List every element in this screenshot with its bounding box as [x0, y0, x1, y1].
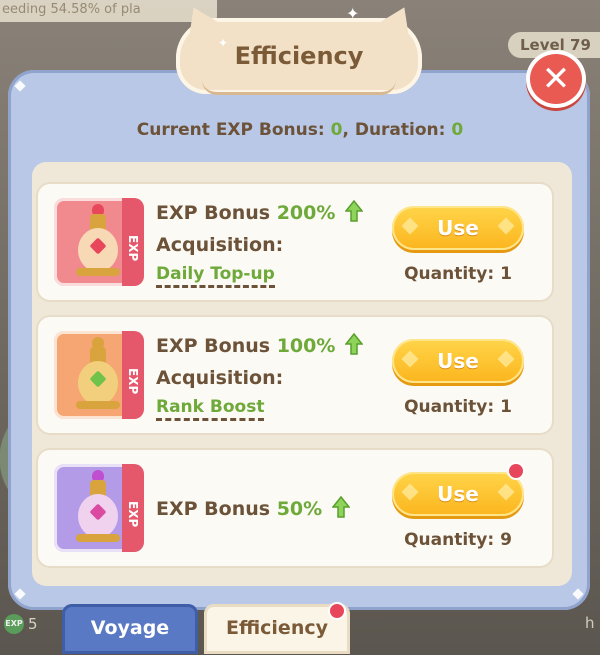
background-right-text: h [585, 614, 595, 632]
corner-ornament [572, 588, 584, 600]
potion-tile: EXP [54, 464, 144, 552]
arrow-up-icon [345, 333, 364, 355]
item-bonus-title: EXP Bonus 200% [156, 200, 364, 224]
item-quantity: Quantity: 1 [404, 264, 512, 284]
item-card-exp-200: EXP EXP Bonus 200% Acquisition: Daily To… [38, 184, 552, 300]
sparkle-icon: ✦ [218, 36, 229, 50]
potion-tile: EXP [54, 198, 144, 286]
exp-value: 5 [28, 615, 38, 633]
corner-ornament [14, 588, 26, 600]
dialog-title-plaque: Efficiency [176, 18, 422, 95]
use-button[interactable]: Use [392, 206, 524, 250]
bonus-percent: 100% [276, 335, 336, 357]
duration-value: 0 [451, 120, 464, 140]
close-button[interactable]: ✕ [530, 54, 582, 104]
notification-dot [330, 604, 344, 618]
sparkle-icon: ✦ [346, 4, 360, 23]
use-button[interactable]: Use [392, 339, 524, 383]
bonus-percent: 50% [276, 498, 323, 520]
tab-efficiency[interactable]: Efficiency [204, 604, 350, 654]
arrow-up-icon [331, 496, 350, 518]
item-quantity: Quantity: 9 [404, 530, 512, 550]
corner-ornament [14, 80, 26, 92]
acquisition-label: Acquisition: [156, 234, 284, 256]
item-card-exp-100: EXP EXP Bonus 100% Acquisition: Rank Boo… [38, 317, 552, 433]
bonus-label: Current EXP Bonus: [136, 120, 331, 140]
exp-tag: EXP [122, 464, 144, 552]
item-bonus-title: EXP Bonus 50% [156, 496, 350, 520]
title-underline [202, 80, 396, 95]
item-card-exp-50: EXP EXP Bonus 50% Use Quantity: 9 [38, 450, 552, 566]
notification-dot [509, 464, 523, 478]
close-icon: ✕ [541, 59, 571, 99]
dialog-title: Efficiency [234, 42, 364, 70]
exp-tag: EXP [122, 198, 144, 286]
acquisition-link-rank-boost[interactable]: Rank Boost [156, 397, 265, 421]
exp-icon: EXP [4, 614, 24, 634]
duration-label: , Duration: [342, 120, 452, 140]
bonus-percent: 200% [276, 202, 336, 224]
bonus-value: 0 [330, 120, 343, 140]
arrow-up-icon [345, 200, 364, 222]
use-button[interactable]: Use [392, 472, 524, 516]
acquisition-link-daily-top-up[interactable]: Daily Top-up [156, 264, 275, 288]
exp-tag: EXP [122, 331, 144, 419]
potion-tile: EXP [54, 331, 144, 419]
tab-voyage[interactable]: Voyage [62, 604, 198, 654]
item-quantity: Quantity: 1 [404, 397, 512, 417]
exp-indicator: EXP 5 [4, 614, 38, 634]
acquisition-label: Acquisition: [156, 367, 284, 389]
item-bonus-title: EXP Bonus 100% [156, 333, 364, 357]
current-exp-bonus: Current EXP Bonus: 0, Duration: 0 [0, 120, 600, 140]
